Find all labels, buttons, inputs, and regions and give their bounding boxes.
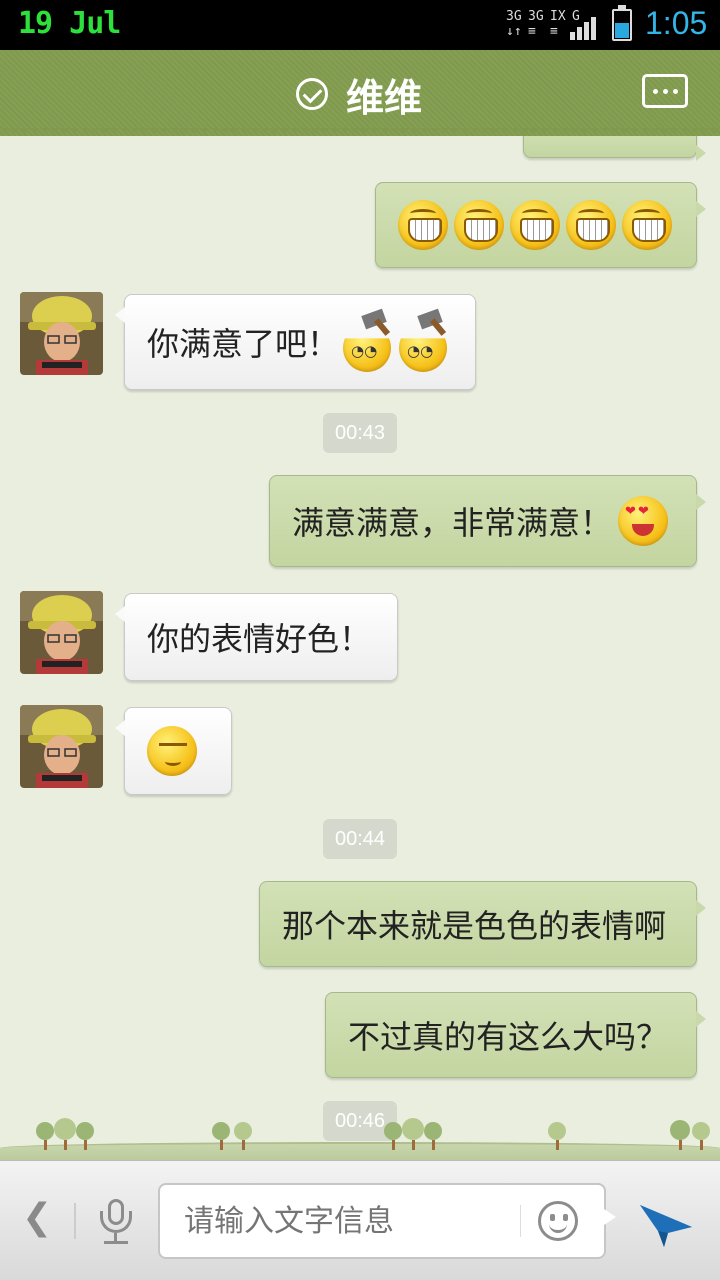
message-text: 你满意了吧！ — [147, 325, 340, 363]
message-text: 你的表情好色！ — [147, 620, 372, 658]
message-bubble-received[interactable]: 你满意了吧！ — [115, 294, 476, 390]
message-bubble-sent[interactable]: 那个本来就是色色的表情啊 — [259, 881, 706, 967]
signal-icon — [570, 14, 602, 40]
divider — [74, 1203, 76, 1239]
message-bubble-partial — [523, 136, 706, 161]
contact-avatar[interactable] — [20, 705, 103, 788]
send-plane-icon[interactable] — [638, 1197, 694, 1249]
status-date: 19 Jul — [18, 6, 121, 41]
contact-name: 维维 — [346, 75, 423, 120]
message-timestamp: 00:44 — [323, 819, 397, 859]
message-timestamp: 00:43 — [323, 413, 397, 453]
message-text: 那个本来就是色色的表情啊 — [282, 907, 667, 945]
battery-icon — [612, 5, 632, 41]
heart-eyes-emoji-icon — [618, 496, 669, 546]
verified-check-icon — [296, 78, 328, 110]
chat-header: 维维 — [0, 50, 720, 136]
microphone-icon[interactable] — [96, 1199, 136, 1249]
message-bubble-sent[interactable] — [375, 182, 706, 268]
message-text: 不过真的有这么大吗？ — [348, 1018, 669, 1056]
message-bubble-received[interactable]: 你的表情好色！ — [115, 593, 398, 681]
grin-emoji-icon — [622, 200, 672, 250]
input-tail — [604, 1209, 616, 1225]
status-time: 1:05 — [645, 5, 708, 41]
contact-avatar[interactable] — [20, 292, 103, 375]
contact-avatar[interactable] — [20, 591, 103, 674]
message-bubble-sent[interactable]: 满意满意，非常满意！ — [269, 475, 706, 567]
status-bar: 19 Jul 3G 3G IX G ↓↑ ≡ ≡ 1:05 — [0, 0, 720, 50]
divider — [520, 1205, 521, 1237]
grin-emoji-icon — [566, 200, 616, 250]
message-list[interactable]: 你满意了吧！ 00:43 满意满意，非常满意！ 你的表情好色！ — [0, 136, 720, 1160]
axe-emoji-icon — [399, 308, 451, 372]
smirk-emoji-icon — [147, 726, 197, 776]
network-label-ix: IX — [550, 9, 566, 24]
message-bubble-received[interactable] — [115, 707, 232, 795]
grin-emoji-icon — [454, 200, 504, 250]
network-label-3g-1: 3G — [506, 9, 522, 24]
back-chevron-icon[interactable]: ❮ — [22, 1197, 52, 1238]
message-bubble-sent[interactable]: 不过真的有这么大吗？ — [325, 992, 706, 1078]
network-label-3g-2: 3G — [528, 9, 544, 24]
smiley-icon[interactable] — [538, 1201, 578, 1241]
input-bar: ❮ — [0, 1160, 720, 1280]
message-text: 满意满意，非常满意！ — [292, 504, 613, 542]
chat-options-button[interactable] — [642, 74, 688, 108]
grin-emoji-icon — [510, 200, 560, 250]
grin-emoji-icon — [398, 200, 448, 250]
landscape-decoration — [0, 1106, 720, 1162]
axe-emoji-icon — [343, 308, 395, 372]
